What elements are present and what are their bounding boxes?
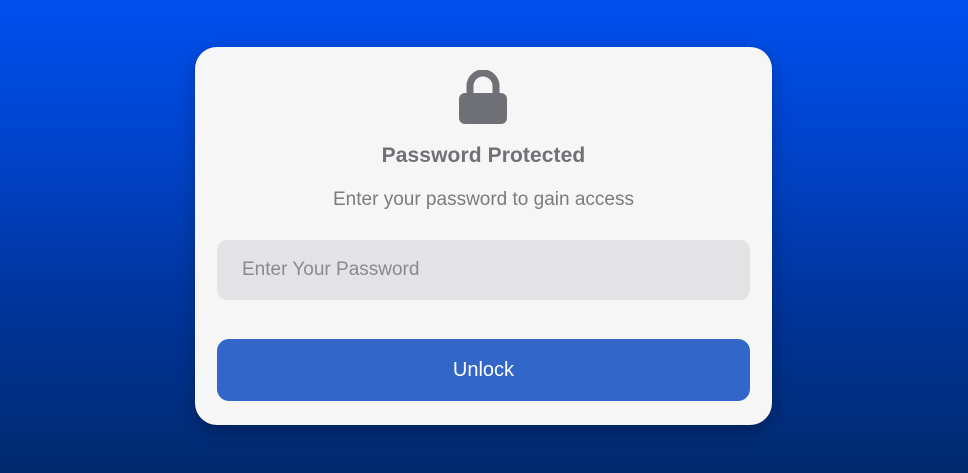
lock-icon (459, 70, 507, 124)
password-card: Password Protected Enter your password t… (195, 47, 772, 425)
page-subtitle: Enter your password to gain access (333, 189, 634, 210)
page-title: Password Protected (381, 144, 586, 167)
unlock-button[interactable]: Unlock (217, 339, 750, 401)
password-input[interactable] (217, 240, 750, 300)
